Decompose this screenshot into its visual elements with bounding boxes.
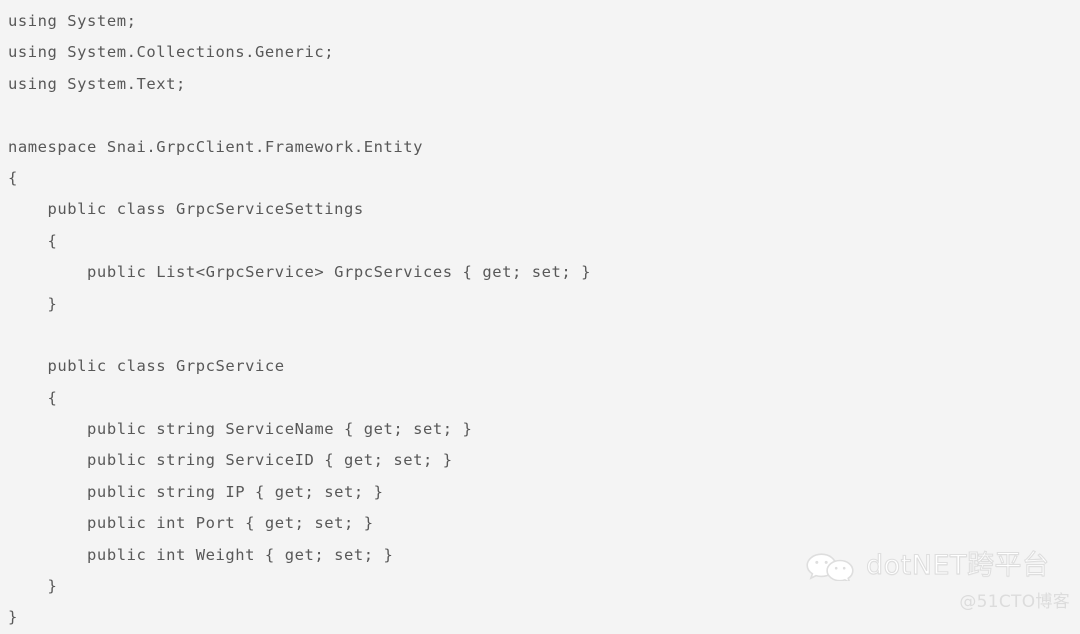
code-line: using System; bbox=[8, 12, 137, 30]
code-line: public string ServiceName { get; set; } bbox=[8, 420, 473, 439]
code-line: public List<GrpcService> GrpcServices { … bbox=[8, 263, 592, 282]
code-line: public string IP { get; set; } bbox=[8, 482, 384, 501]
code-line: namespace Snai.GrpcClient.Framework.Enti… bbox=[8, 137, 424, 156]
code-line: } bbox=[8, 608, 18, 627]
code-line: { bbox=[8, 168, 18, 187]
code-line: using System.Text; bbox=[8, 74, 186, 93]
code-line: public int Port { get; set; } bbox=[8, 514, 374, 533]
code-line: using System.Collections.Generic; bbox=[8, 43, 335, 62]
code-line: { bbox=[8, 231, 58, 250]
code-line: } bbox=[8, 577, 58, 596]
code-line: public class GrpcServiceSettings bbox=[8, 200, 364, 219]
code-line: { bbox=[8, 388, 58, 407]
code-line: } bbox=[8, 294, 58, 313]
code-line: public int Weight { get; set; } bbox=[8, 545, 394, 564]
code-line: public class GrpcService bbox=[8, 357, 285, 376]
code-line: public string ServiceID { get; set; } bbox=[8, 451, 453, 470]
code-viewer: using System; using System.Collections.Ge… bbox=[0, 0, 1080, 626]
